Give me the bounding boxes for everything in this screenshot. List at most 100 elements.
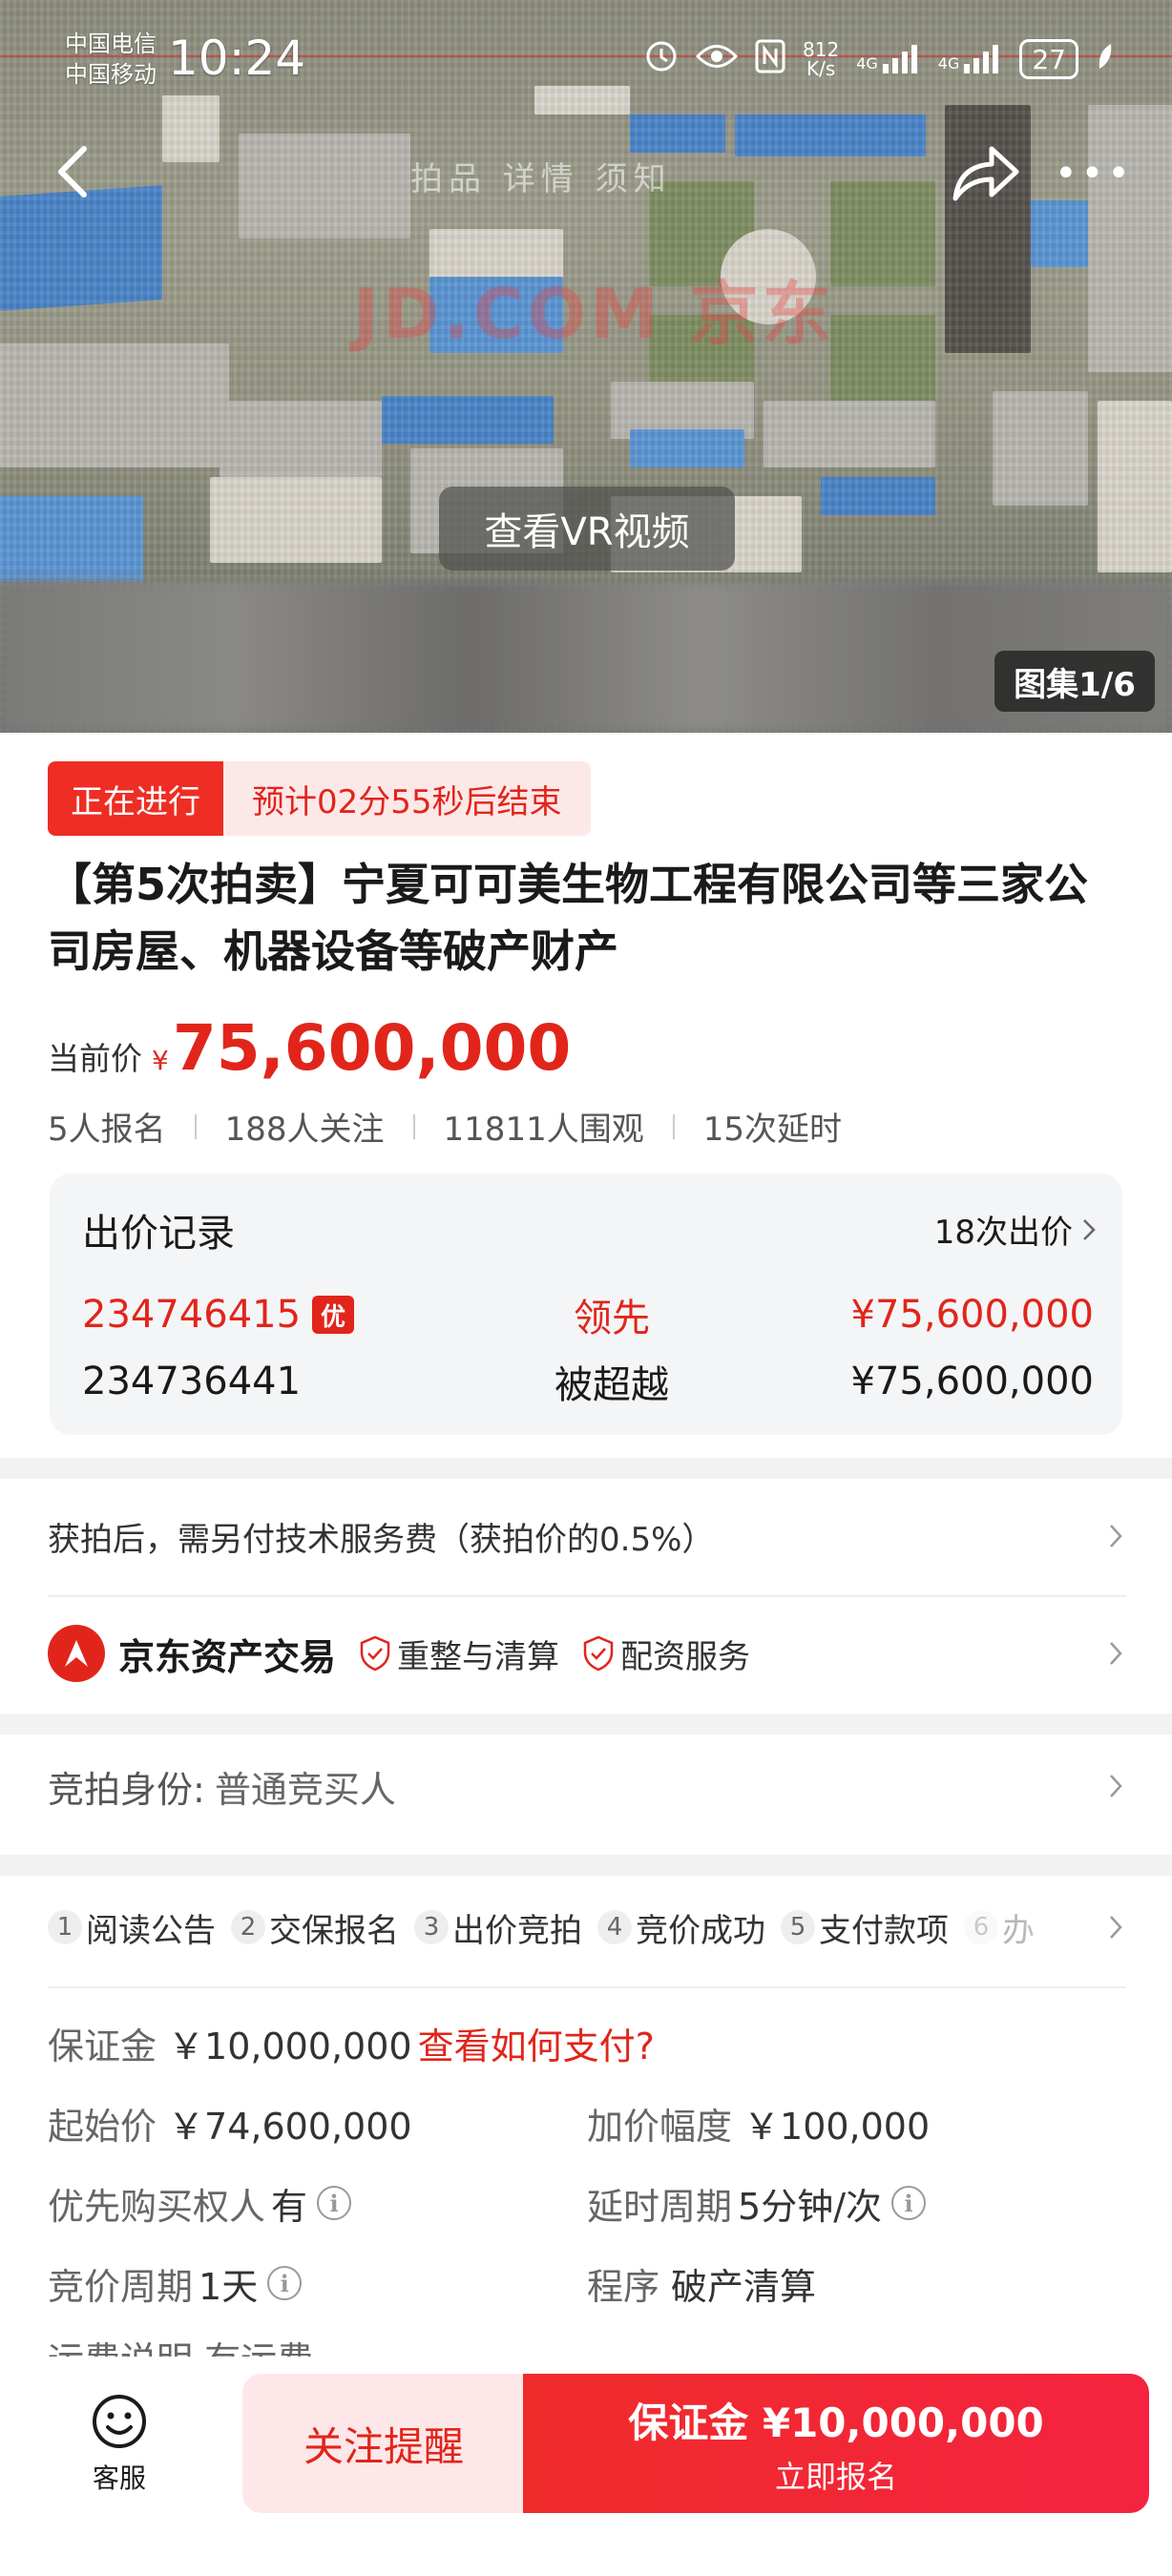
bidder-id: 234746415 bbox=[82, 1293, 302, 1337]
step-number: 3 bbox=[414, 1910, 449, 1944]
battery-icon: 27 bbox=[1019, 39, 1078, 79]
procedure-value: 破产清算 bbox=[671, 2265, 817, 2308]
bid-status: 被超越 bbox=[555, 1363, 669, 1407]
bid-count-link[interactable]: 18次出价 bbox=[934, 1206, 1096, 1253]
net-type-2: 4G bbox=[937, 54, 960, 73]
shield-check-icon bbox=[583, 1635, 614, 1672]
clock: 10:24 bbox=[168, 31, 306, 86]
follow-reminder-button[interactable]: 关注提醒 bbox=[242, 2374, 525, 2513]
bid-record-card[interactable]: 出价记录 18次出价 234746415 优 领先 ¥75,600,000 23… bbox=[50, 1174, 1122, 1435]
step-item: 4 竞价成功 bbox=[597, 1904, 765, 1951]
signup-count: 5人报名 bbox=[48, 1111, 166, 1149]
price-label: 当前价 bbox=[48, 1040, 142, 1077]
bidder-cell: 234736441 bbox=[82, 1360, 492, 1403]
extension-count: 15次延时 bbox=[702, 1111, 842, 1149]
current-price: 当前价 ¥ 75,600,000 bbox=[48, 1011, 571, 1088]
shield-check-icon bbox=[360, 1635, 390, 1672]
priority-value: 有 bbox=[271, 2185, 308, 2228]
start-price-label: 起始价 bbox=[48, 2105, 157, 2148]
jd-tag-label: 配资服务 bbox=[620, 1637, 751, 1676]
more-icon[interactable]: ••• bbox=[1055, 155, 1134, 193]
service-fee-row[interactable]: 获拍后，需另付技术服务费（获拍价的0.5%） bbox=[48, 1507, 1126, 1565]
jd-tag-reorg: 重整与清算 bbox=[359, 1631, 559, 1677]
customer-service-button[interactable]: 客服 bbox=[67, 2393, 172, 2496]
jd-tag-finance: 配资服务 bbox=[582, 1631, 750, 1677]
status-bar: 中国电信 中国移动 10:24 812 K/s 4G 4G 27 bbox=[0, 0, 1172, 114]
chevron-right-icon bbox=[1110, 1525, 1122, 1548]
viewer-count: 11811人围观 bbox=[443, 1111, 644, 1149]
bid-row: 234736441 被超越 ¥75,600,000 bbox=[82, 1355, 1094, 1408]
carrier-names: 中国电信 中国移动 bbox=[65, 29, 157, 90]
deposit-label: 保证金 bbox=[48, 2025, 157, 2067]
header-tabs[interactable]: 拍品 详情 须知 bbox=[410, 153, 672, 199]
divider bbox=[48, 1595, 1126, 1597]
hero-image[interactable]: JD.COM 京东 中国电信 中国移动 10:24 812 K/s 4G 4G … bbox=[0, 0, 1172, 733]
divider bbox=[48, 1986, 1126, 1988]
how-to-pay-link[interactable]: 查看如何支付? bbox=[418, 2017, 655, 2069]
delay-value: 5分钟/次 bbox=[738, 2185, 882, 2228]
watermark: JD.COM 京东 bbox=[353, 274, 835, 354]
countdown: 预计02分55秒后结束 bbox=[223, 761, 591, 836]
section-gap bbox=[0, 1714, 1172, 1735]
priority-badge: 优 bbox=[312, 1296, 355, 1334]
bid-count: 18次出价 bbox=[933, 1214, 1073, 1252]
jd-service-row[interactable]: 京东资产交易 重整与清算 配资服务 bbox=[48, 1622, 1126, 1685]
step-label: 交保报名 bbox=[269, 1911, 399, 1950]
vr-video-button[interactable]: 查看VR视频 bbox=[439, 487, 735, 571]
share-icon[interactable] bbox=[950, 141, 1022, 204]
period-label: 竞价周期 bbox=[48, 2265, 194, 2308]
service-label: 客服 bbox=[92, 2462, 146, 2494]
bid-row: 234746415 优 领先 ¥75,600,000 bbox=[82, 1288, 1094, 1341]
chevron-right-icon bbox=[1083, 1218, 1096, 1240]
deposit-row: 保证金 ￥10,000,000 查看如何支付? bbox=[48, 2019, 655, 2067]
bid-price: ¥75,600,000 bbox=[850, 1360, 1094, 1403]
info-icon[interactable]: i bbox=[317, 2186, 352, 2220]
step-number: 4 bbox=[597, 1910, 632, 1944]
step-label: 竞价成功 bbox=[636, 1911, 765, 1950]
chevron-right-icon bbox=[1109, 1915, 1122, 1940]
start-price-value: ￥74,600,000 bbox=[168, 2105, 412, 2148]
start-price-row: 起始价 ￥74,600,000 bbox=[48, 2099, 412, 2148]
bid-record-title: 出价记录 bbox=[82, 1212, 235, 1256]
bid-price: ¥75,600,000 bbox=[850, 1293, 1094, 1337]
increment-value: ￥100,000 bbox=[743, 2105, 931, 2148]
live-tag: 正在进行 bbox=[48, 761, 223, 836]
page-title: 【第5次拍卖】宁夏可可美生物工程有限公司等三家公司房屋、机器设备等破产财产 bbox=[48, 859, 1089, 977]
bidder-identity-row[interactable]: 竞拍身份: 普通竞买人 bbox=[48, 1757, 1126, 1815]
priority-label: 优先购买权人 bbox=[48, 2185, 266, 2228]
step-label: 阅读公告 bbox=[86, 1911, 216, 1950]
fade-overlay bbox=[1021, 1899, 1098, 1956]
leaf-icon bbox=[1096, 42, 1115, 77]
period-row: 竞价周期 1天 i bbox=[48, 2259, 303, 2308]
bidder-id: 234736441 bbox=[82, 1360, 302, 1403]
deposit-value: ￥10,000,000 bbox=[168, 2025, 412, 2067]
delay-label: 延时周期 bbox=[587, 2185, 733, 2228]
divider bbox=[412, 1113, 415, 1139]
jd-logo-icon bbox=[48, 1625, 105, 1682]
delay-row: 延时周期 5分钟/次 i bbox=[587, 2179, 926, 2228]
identity-value: 普通竞买人 bbox=[214, 1768, 396, 1811]
step-label: 支付款项 bbox=[819, 1911, 949, 1950]
back-icon[interactable] bbox=[50, 143, 97, 200]
info-icon[interactable]: i bbox=[891, 2186, 926, 2220]
step-item: 2 交保报名 bbox=[231, 1904, 399, 1951]
alarm-icon bbox=[644, 39, 679, 80]
bidder-cell: 234746415 优 bbox=[82, 1293, 492, 1337]
info-icon[interactable]: i bbox=[267, 2266, 303, 2300]
step-label: 出价竞拍 bbox=[452, 1911, 582, 1950]
carrier-1: 中国电信 bbox=[65, 31, 157, 57]
status-icons: 812 K/s 4G 4G 27 bbox=[644, 38, 1115, 80]
auction-status: 正在进行 预计02分55秒后结束 bbox=[48, 761, 591, 836]
service-fee-text: 获拍后，需另付技术服务费（获拍价的0.5%） bbox=[48, 1520, 715, 1559]
signal-icon-2: 4G bbox=[938, 45, 1003, 73]
price-currency: ¥ bbox=[152, 1045, 169, 1076]
process-steps[interactable]: 1 阅读公告 2 交保报名 3 出价竞拍 4 竞价成功 5 支付款项 6办 bbox=[48, 1899, 1126, 1956]
increment-label: 加价幅度 bbox=[587, 2105, 733, 2148]
chevron-right-icon bbox=[1110, 1775, 1122, 1797]
signup-label: 立即报名 bbox=[774, 2458, 897, 2495]
increment-row: 加价幅度 ￥100,000 bbox=[587, 2099, 931, 2148]
step-number: 5 bbox=[781, 1910, 815, 1944]
period-value: 1天 bbox=[199, 2265, 259, 2308]
deposit-signup-button[interactable]: 保证金 ¥10,000,000 立即报名 bbox=[523, 2374, 1149, 2513]
gallery-counter[interactable]: 图集1/6 bbox=[994, 651, 1155, 712]
